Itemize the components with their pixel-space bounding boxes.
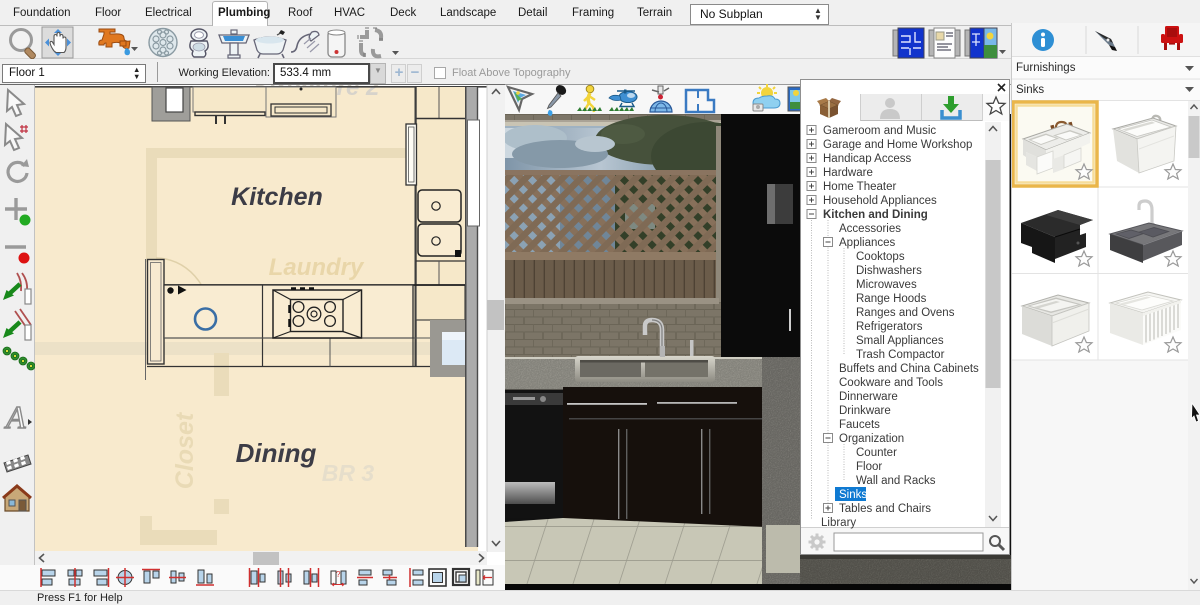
svg-text:Wall and Racks: Wall and Racks [856,475,936,487]
svg-text:Appliances: Appliances [839,237,896,249]
svg-text:Sinks: Sinks [1016,84,1044,96]
svg-text:Home Theater: Home Theater [823,181,896,193]
svg-text:Kitchen and Dining: Kitchen and Dining [823,209,928,221]
svg-text:Gameroom and Music: Gameroom and Music [823,125,936,137]
svg-text:Handicap Access: Handicap Access [823,153,911,165]
svg-text:Tables and Chairs: Tables and Chairs [839,503,931,515]
svg-text:Buffets and China Cabinets: Buffets and China Cabinets [839,363,979,375]
svg-text:Garage and Home Workshop: Garage and Home Workshop [823,139,972,151]
svg-text:Ranges and Ovens: Ranges and Ovens [856,307,955,319]
svg-text:Kitchen: Kitchen [231,183,323,211]
svg-text:Accessories: Accessories [839,223,901,235]
svg-text:Sinks: Sinks [839,489,867,501]
svg-text:Organization: Organization [839,433,904,445]
svg-text:Range Hoods: Range Hoods [856,293,927,305]
svg-text:Hardware: Hardware [823,167,873,179]
svg-text:Drinkware: Drinkware [839,405,891,417]
svg-text:Dinnerware: Dinnerware [839,391,898,403]
svg-text:BR 3: BR 3 [322,460,375,486]
svg-text:Refrigerators: Refrigerators [856,321,923,333]
svg-text:Laundry: Laundry [269,254,365,281]
svg-text:Floor: Floor [856,461,882,473]
svg-text:Library: Library [821,517,856,529]
svg-text:Cooktops: Cooktops [856,251,905,263]
svg-text:Dishwashers: Dishwashers [856,265,922,277]
svg-text:Dining: Dining [236,438,317,468]
svg-text:Household Appliances: Household Appliances [823,195,937,207]
svg-text:Closet: Closet [171,411,199,489]
svg-text:A: A [4,399,26,435]
svg-text:Furnishings: Furnishings [1016,62,1076,74]
svg-text:Small Appliances: Small Appliances [856,335,944,347]
svg-text:Faucets: Faucets [839,419,880,431]
svg-text:Microwaves: Microwaves [856,279,917,291]
svg-text:Counter: Counter [856,447,897,459]
svg-text:Trash Compactor: Trash Compactor [856,349,945,361]
svg-text:Cookware and Tools: Cookware and Tools [839,377,943,389]
